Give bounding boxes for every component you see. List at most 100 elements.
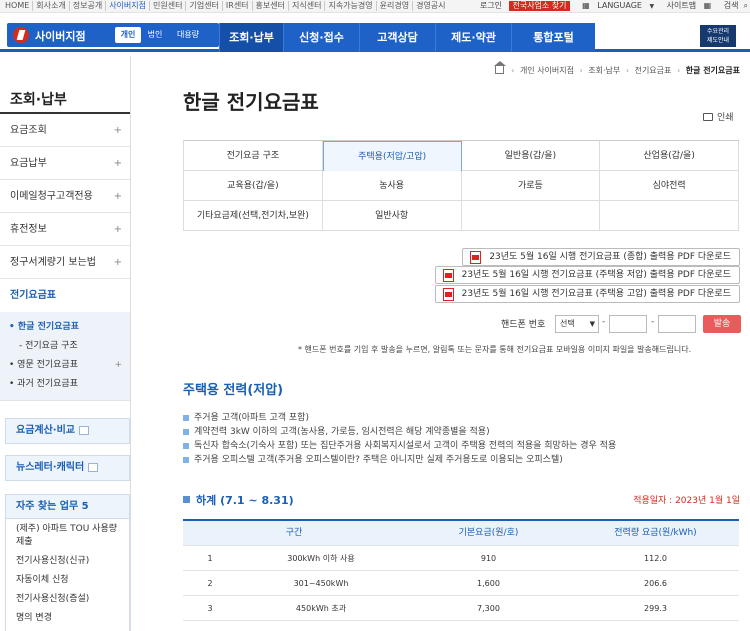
kepco-logo-icon[interactable] — [13, 27, 29, 43]
util-link-ir[interactable]: IR센터 — [223, 1, 253, 11]
gnb-terms[interactable]: 제도·약관 — [435, 23, 511, 52]
sidebar-submenu: • 한글 전기요금표 - 전기요금 구조 • 영문 전기요금표 + • 과거 전기… — [0, 312, 130, 401]
tab-streetlight[interactable]: 가로등 — [461, 171, 601, 201]
demand-management-banner[interactable]: 수요관리 제도안내 — [700, 25, 736, 47]
plus-icon: + — [113, 224, 122, 235]
sidebar-item-rate-table[interactable]: 전기요금표 — [0, 279, 130, 312]
util-link-knowledge[interactable]: 지식센터 — [289, 1, 326, 11]
phone-dash: - — [602, 317, 606, 327]
breadcrumb-rate-table[interactable]: 전기요금표 — [635, 66, 672, 75]
gnb-application[interactable]: 신청·접수 — [283, 23, 359, 52]
language-label: LANGUAGE — [597, 1, 642, 10]
tab-agricultural[interactable]: 농사용 — [322, 171, 462, 201]
send-button[interactable]: 발송 — [703, 315, 741, 333]
eligibility-item: 주거용 고객(아파트 고객 포함) — [183, 411, 616, 425]
frequent-task-item[interactable]: (제주) 아파트 TOU 사용량 제출 — [16, 523, 129, 549]
global-nav: 조회·납부 신청·접수 고객상담 제도·약관 통합포털 — [219, 23, 595, 52]
tab-row: 전기요금 구조 주택용(저압/고압) 일반용(갑/을) 산업용(갑/을) — [184, 141, 739, 171]
tab-empty — [600, 201, 739, 231]
calc-compare-label: 요금계산·비교 — [16, 425, 75, 436]
tab-educational[interactable]: 교육용(갑/을) — [184, 171, 323, 201]
table-header-row: 구간 기본요금(원/호) 전력량 요금(원/kWh) — [183, 521, 739, 546]
find-office-button[interactable]: 전국사업소 찾기 — [509, 1, 570, 11]
plus-icon: + — [113, 125, 122, 136]
tab-general-matters[interactable]: 일반사항 — [322, 201, 462, 231]
breadcrumb-separator: › — [625, 66, 630, 75]
breadcrumb: › 개인 사이버지점 › 조회·납부 › 전기요금표 › 한글 전기요금표 — [493, 61, 740, 76]
util-link-complaint[interactable]: 민원센터 — [150, 1, 187, 11]
util-link-disclosure[interactable]: 정보공개 — [70, 1, 107, 11]
util-link-home[interactable]: HOME — [2, 1, 34, 11]
tab-other-plans[interactable]: 기타요금제(선택,전기차,보완) — [184, 201, 323, 231]
submenu-past-rate-table[interactable]: • 과거 전기요금표 — [0, 375, 130, 394]
eligibility-item: 독신자 합숙소(기숙사 포함) 또는 집단주거용 사회복지시설로서 고객이 주택… — [183, 439, 616, 453]
phone-last-input[interactable] — [658, 315, 696, 333]
search-link[interactable]: 검색 ⌕ — [719, 1, 748, 11]
breadcrumb-cyber-branch[interactable]: 개인 사이버지점 — [520, 66, 574, 75]
row-energy-charge: 112.0 — [644, 554, 667, 563]
submenu-korean-rate-table[interactable]: • 한글 전기요금표 — [0, 318, 130, 337]
eligibility-list: 주거용 고객(아파트 고객 포함) 계약전력 3kW 이하의 고객(농사용, 가… — [183, 411, 616, 467]
row-basic-charge: 7,300 — [477, 604, 500, 613]
util-link-ethics[interactable]: 윤리경영 — [377, 1, 414, 11]
segment-personal[interactable]: 개인 — [115, 27, 141, 43]
gnb-consultation[interactable]: 고객상담 — [359, 23, 435, 52]
language-menu[interactable]: ▦ LANGUAGE ▼ — [577, 1, 654, 12]
util-link-sustainability[interactable]: 지속가능경영 — [325, 1, 377, 11]
row-basic-charge: 910 — [480, 554, 497, 563]
row-energy-charge: 206.6 — [644, 579, 667, 588]
print-icon — [703, 113, 713, 121]
sidebar-item-email-billing[interactable]: 이메일청구고객전용 + — [0, 180, 130, 213]
newsletter-box[interactable]: 뉴스레터·캐릭터 — [5, 455, 130, 481]
breadcrumb-inquiry-payment[interactable]: 조회·납부 — [588, 66, 620, 75]
breadcrumb-current: 한글 전기요금표 — [685, 66, 740, 75]
tab-industrial[interactable]: 산업용(갑/을) — [600, 141, 739, 171]
calc-compare-box[interactable]: 요금계산·비교 — [5, 418, 130, 444]
frequent-task-item[interactable]: 명의 변경 — [16, 612, 129, 625]
tab-row: 교육용(갑/을) 농사용 가로등 심야전력 — [184, 171, 739, 201]
sidebar-item-bill-payment[interactable]: 요금납부 + — [0, 147, 130, 180]
gnb-inquiry-payment[interactable]: 조회·납부 — [219, 23, 283, 52]
table-row: 2 301~450kWh 1,600 206.6 — [183, 571, 739, 596]
chevron-down-icon: ▼ — [589, 320, 595, 328]
util-link-pr[interactable]: 홍보센터 — [253, 1, 289, 11]
table-row: 3 450kWh 초과 7,300 299.3 — [183, 596, 739, 621]
frequent-task-item[interactable]: 전기사용신청(신규) — [16, 555, 129, 568]
sitemap-link[interactable]: 사이트맵 ▦ — [662, 1, 712, 11]
frequent-task-item[interactable]: 자동이체 신청 — [16, 574, 129, 587]
sidebar-item-meter-guide[interactable]: 정구서계량기 보는법 + — [0, 246, 130, 279]
tab-residential[interactable]: 주택용(저압/고압) — [322, 141, 462, 171]
segment-large[interactable]: 대용량 — [169, 27, 207, 43]
window-icon — [79, 425, 89, 435]
sidebar-item-label: 요금납부 — [10, 158, 47, 169]
tab-late-night[interactable]: 심야전력 — [600, 171, 739, 201]
window-icon — [88, 462, 99, 472]
frequent-task-item[interactable]: 전기사용신청(증설) — [16, 593, 129, 606]
phone-prefix-select[interactable]: 선택 ▼ — [555, 315, 599, 333]
row-number: 3 — [207, 604, 213, 613]
segment-corporate[interactable]: 법인 — [143, 27, 167, 43]
util-link-business[interactable]: 기업센터 — [186, 1, 223, 11]
util-link-management[interactable]: 경영공시 — [413, 1, 448, 11]
row-energy-charge: 299.3 — [644, 604, 667, 613]
util-link-company[interactable]: 회사소개 — [33, 1, 70, 11]
pdf-download-label: 23년도 5월 16일 시행 전기요금표 (주택용 저압) 출력용 PDF 다운… — [461, 270, 731, 280]
home-icon[interactable] — [493, 61, 506, 74]
util-link-cyber-branch[interactable]: 사이버지점 — [106, 1, 150, 11]
login-link[interactable]: 로그인 — [480, 1, 502, 11]
row-range: 450kWh 초과 — [295, 604, 347, 613]
logo-text[interactable]: 사이버지점 — [35, 28, 86, 44]
gnb-portal[interactable]: 통합포털 — [511, 23, 595, 52]
pdf-download-high-voltage[interactable]: 23년도 5월 16일 시행 전기요금표 (주택용 고압) 출력용 PDF 다운… — [434, 285, 740, 303]
sidebar-item-outage-info[interactable]: 휴전정보 + — [0, 213, 130, 246]
submenu-english-rate-table[interactable]: • 영문 전기요금표 + — [0, 356, 130, 375]
print-button[interactable]: 인쇄 — [703, 110, 734, 123]
submenu-rate-structure[interactable]: - 전기요금 구조 — [0, 337, 130, 356]
phone-middle-input[interactable] — [609, 315, 647, 333]
tab-rate-structure[interactable]: 전기요금 구조 — [184, 141, 323, 171]
tab-general[interactable]: 일반용(갑/을) — [461, 141, 601, 171]
sidebar-item-bill-inquiry[interactable]: 요금조회 + — [0, 114, 130, 147]
pdf-download-combined[interactable]: 23년도 5월 16일 시행 전기요금표 (종합) 출력용 PDF 다운로드 — [462, 248, 740, 266]
tab-row: 기타요금제(선택,전기차,보완) 일반사항 — [184, 201, 739, 231]
pdf-download-low-voltage[interactable]: 23년도 5월 16일 시행 전기요금표 (주택용 저압) 출력용 PDF 다운… — [434, 266, 740, 284]
